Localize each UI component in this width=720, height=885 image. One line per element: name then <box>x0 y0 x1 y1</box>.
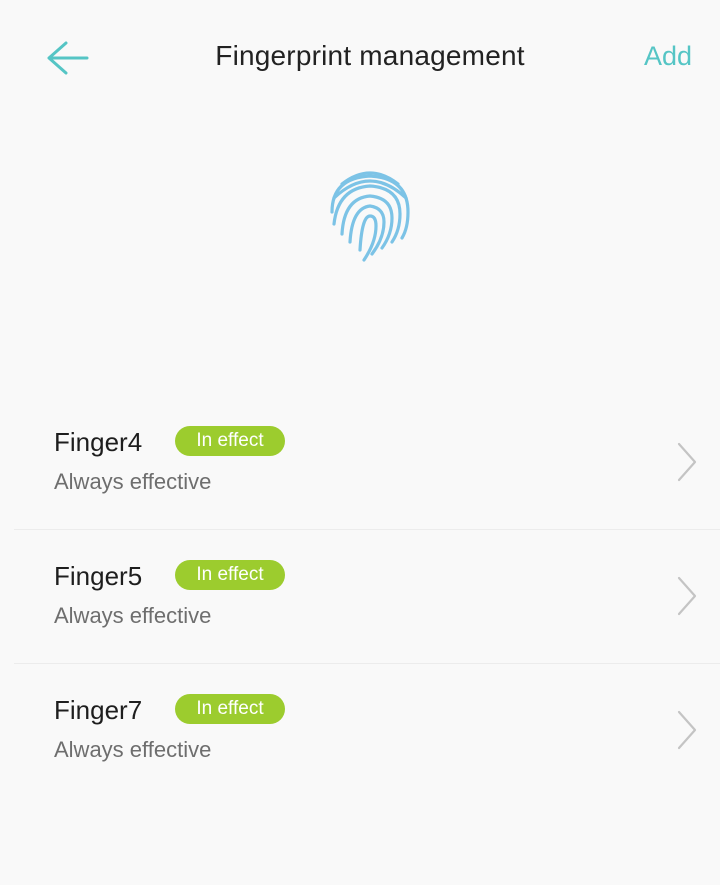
chevron-right-icon <box>677 576 697 616</box>
fingerprint-schedule: Always effective <box>54 603 212 628</box>
list-item[interactable]: Finger7 In effect Always effective <box>0 663 720 797</box>
fingerprint-icon <box>330 171 410 262</box>
app-header: Fingerprint management Add <box>0 0 720 118</box>
fingerprint-list: Finger4 In effect Always effective Finge… <box>0 395 720 797</box>
list-item[interactable]: Finger5 In effect Always effective <box>0 529 720 663</box>
chevron-right-icon <box>677 442 697 482</box>
add-button[interactable]: Add <box>644 41 692 72</box>
status-badge: In effect <box>175 426 285 456</box>
list-item[interactable]: Finger4 In effect Always effective <box>0 395 720 529</box>
page-title: Fingerprint management <box>215 40 525 71</box>
fingerprint-name: Finger7 <box>54 695 143 725</box>
status-badge: In effect <box>175 694 285 724</box>
fingerprint-schedule: Always effective <box>54 737 212 762</box>
fingerprint-name: Finger4 <box>54 427 143 457</box>
fingerprint-schedule: Always effective <box>54 469 212 494</box>
chevron-right-icon <box>677 710 697 750</box>
fingerprint-name: Finger5 <box>54 561 143 591</box>
status-badge: In effect <box>175 560 285 590</box>
